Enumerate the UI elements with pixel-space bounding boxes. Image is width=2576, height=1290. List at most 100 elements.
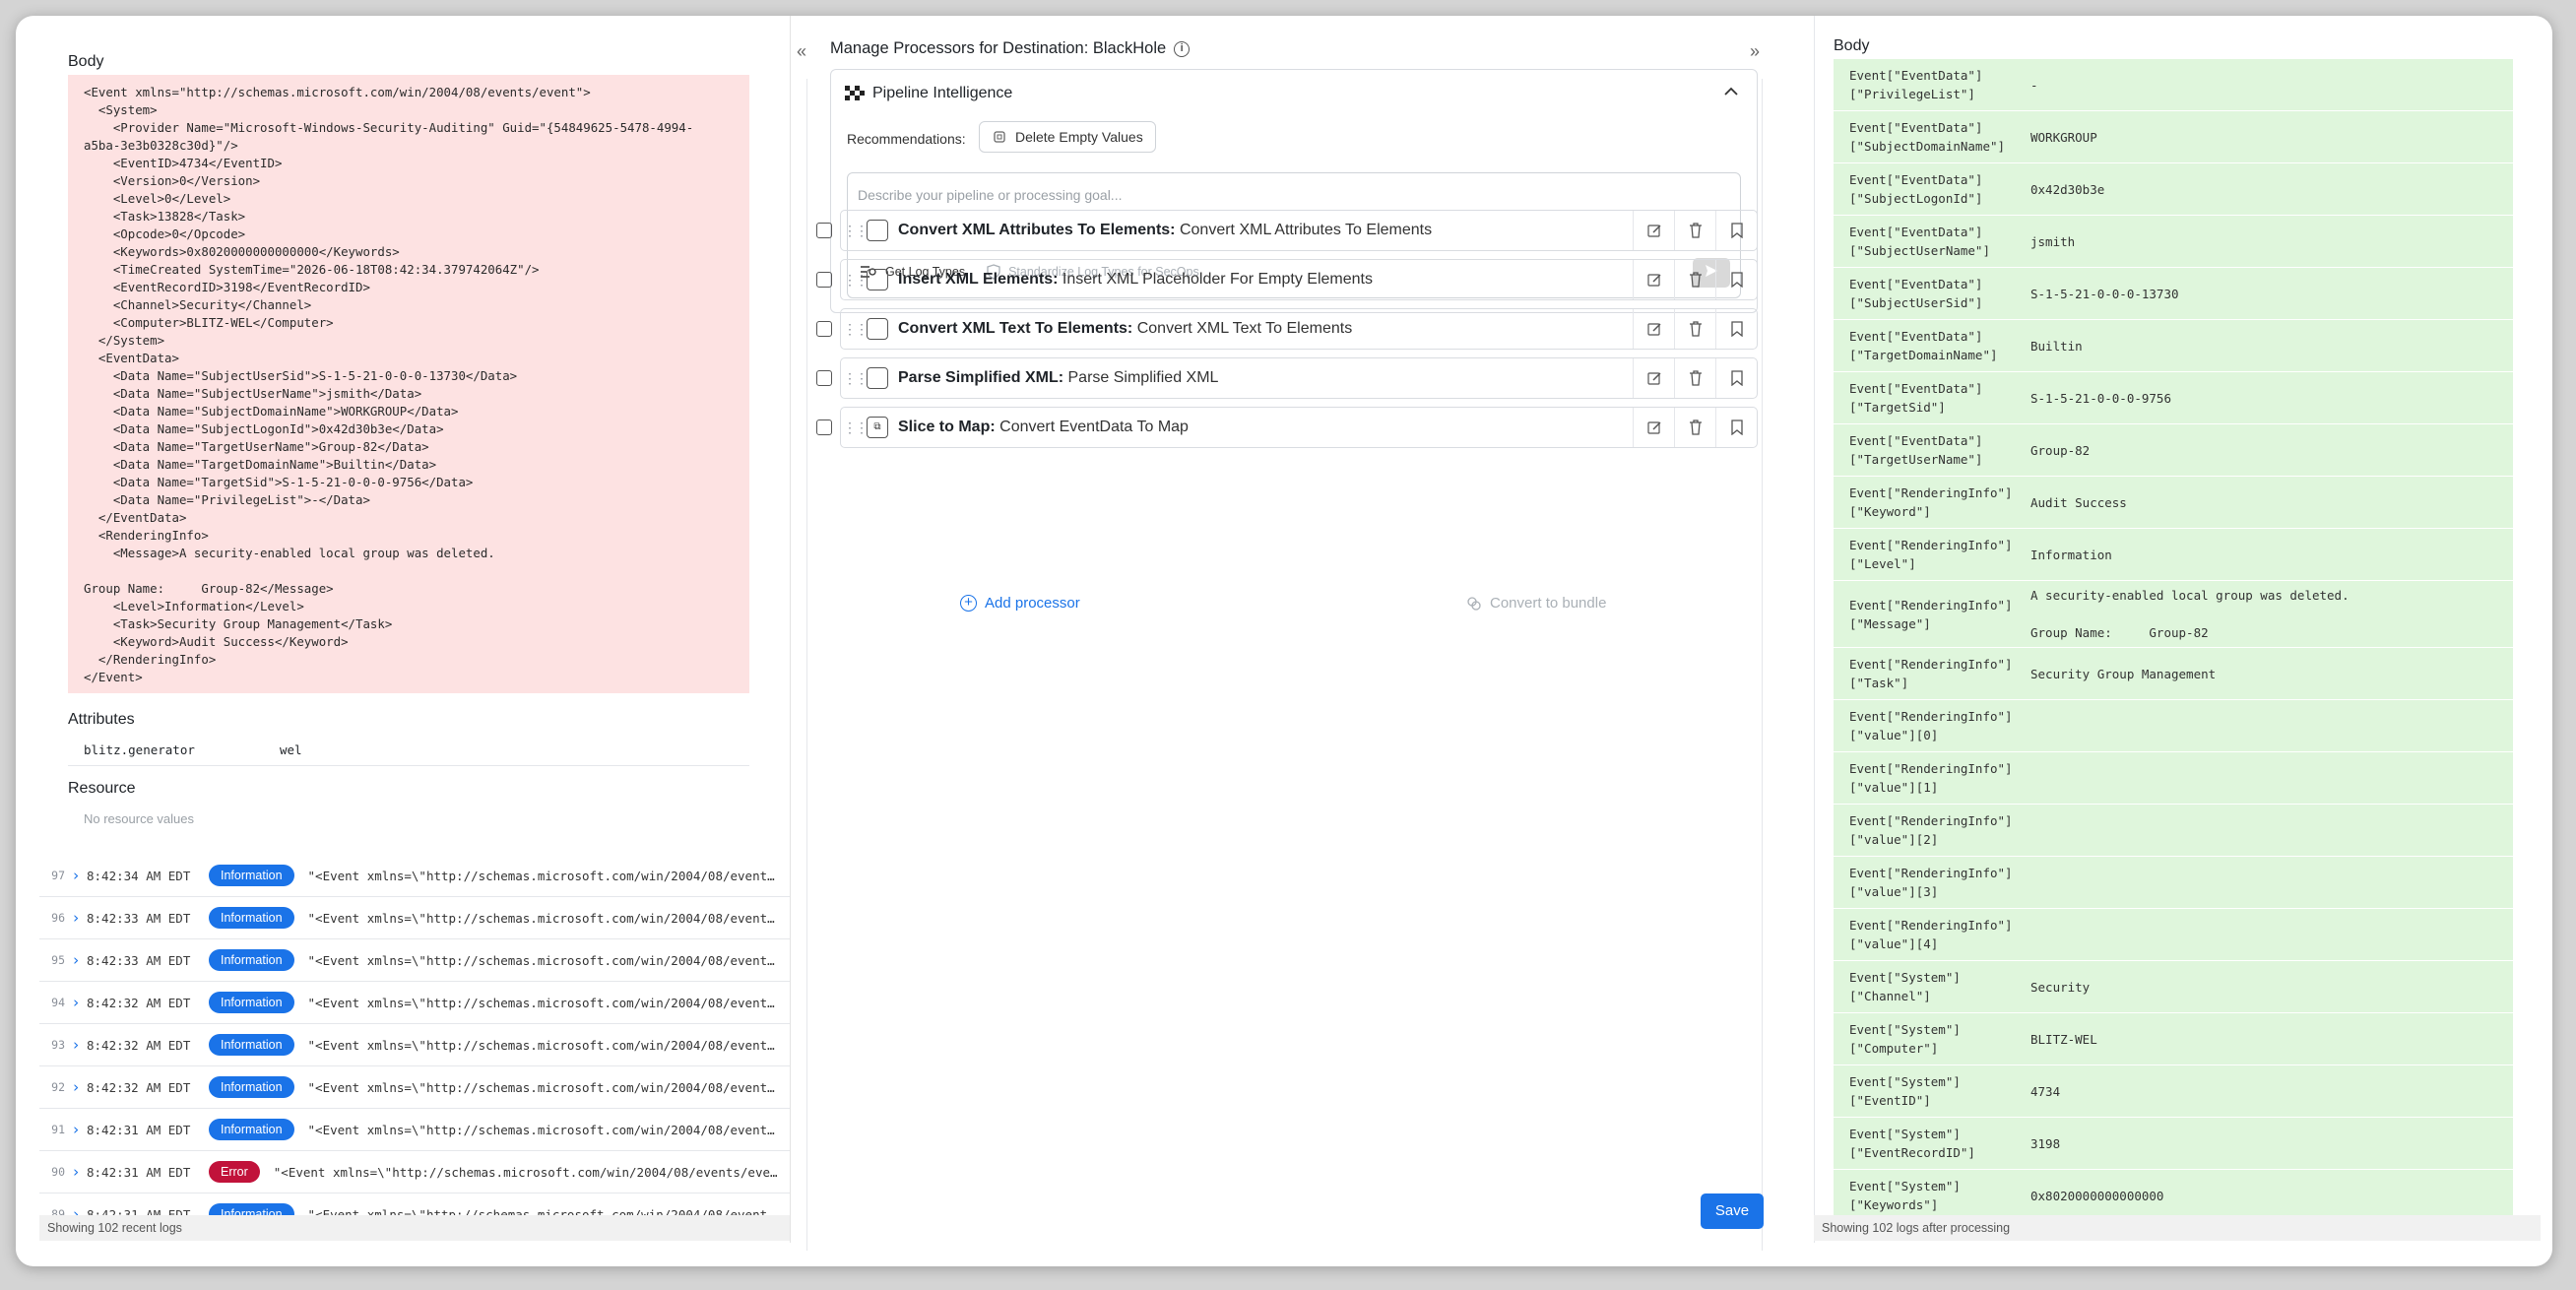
- delete-empty-values-button[interactable]: Delete Empty Values: [979, 121, 1156, 153]
- processor-card[interactable]: ⋮⋮ Insert XML Elements: Insert XML Placeh…: [840, 259, 1758, 300]
- edit-icon[interactable]: [1633, 260, 1674, 299]
- field-key: Event["System"] ["EventID"]: [1849, 1074, 1961, 1108]
- processor-label: Insert XML Elements: Insert XML Placehol…: [898, 271, 1633, 289]
- field-value: 3198: [2030, 1135, 2061, 1151]
- chevron-right-icon[interactable]: ›: [65, 909, 87, 927]
- log-row-number: 94: [51, 996, 65, 1009]
- processor-checkbox[interactable]: [816, 370, 832, 386]
- trash-icon[interactable]: [1674, 260, 1715, 299]
- trash-icon[interactable]: [1674, 358, 1715, 398]
- processor-checkbox[interactable]: [816, 419, 832, 435]
- bookmark-icon[interactable]: [1715, 358, 1757, 398]
- processor-actions: [1633, 211, 1757, 250]
- output-field-row: Event["RenderingInfo"] ["Level"] Informat…: [1834, 529, 2513, 581]
- log-row[interactable]: 95 › 8:42:33 AM EDT Information "<Event xmln…: [39, 939, 790, 982]
- log-row[interactable]: 93 › 8:42:32 AM EDT Information "<Event xmln…: [39, 1024, 790, 1066]
- field-key: Event["RenderingInfo"] ["value"][3]: [1849, 866, 2013, 899]
- bookmark-icon[interactable]: [1715, 309, 1757, 349]
- field-value: S-1-5-21-0-0-0-9756: [2030, 390, 2171, 406]
- processor-row: ⋮⋮ Convert XML Attributes To Elements: Co…: [816, 210, 1758, 251]
- collapse-right-button[interactable]: »: [1750, 41, 1760, 62]
- trash-icon[interactable]: [1674, 211, 1715, 250]
- drag-handle-icon[interactable]: ⋮⋮: [843, 419, 869, 436]
- processor-card[interactable]: ⋮⋮ ⧉ Slice to Map: Convert EventData To Ma…: [840, 407, 1758, 448]
- save-button[interactable]: Save: [1701, 1193, 1764, 1229]
- log-level-badge: Information: [209, 865, 294, 886]
- processor-row: ⋮⋮ Convert XML Text To Elements: Convert …: [816, 308, 1758, 350]
- processor-card[interactable]: ⋮⋮ Parse Simplified XML: Parse Simplified…: [840, 357, 1758, 399]
- log-level-badge: Information: [209, 1034, 294, 1056]
- chevron-right-icon[interactable]: ›: [65, 1078, 87, 1096]
- log-row[interactable]: 92 › 8:42:32 AM EDT Information "<Event xmln…: [39, 1066, 790, 1109]
- field-value: Builtin: [2030, 338, 2083, 354]
- add-processor-button[interactable]: + Add processor: [960, 595, 1080, 612]
- info-icon[interactable]: i: [1174, 40, 1191, 57]
- output-log-panel: Body Event["EventData"] ["PrivilegeList"…: [1798, 16, 2552, 1266]
- processor-card[interactable]: ⋮⋮ Convert XML Attributes To Elements: Co…: [840, 210, 1758, 251]
- edit-icon[interactable]: [1633, 309, 1674, 349]
- processor-checkbox[interactable]: [816, 223, 832, 238]
- output-field-row: Event["System"] ["Channel"] Security: [1834, 961, 2513, 1013]
- field-value: -: [2030, 77, 2038, 93]
- log-row-number: 90: [51, 1165, 65, 1179]
- drag-handle-icon[interactable]: ⋮⋮: [843, 223, 869, 239]
- drag-handle-icon[interactable]: ⋮⋮: [843, 272, 869, 289]
- output-field-row: Event["RenderingInfo"] ["value"][2]: [1834, 805, 2513, 857]
- log-detail: Body <Event xmlns="http://schemas.micros…: [16, 16, 790, 1236]
- field-key: Event["RenderingInfo"] ["value"][2]: [1849, 813, 2013, 847]
- processor-label: Convert XML Attributes To Elements: Conv…: [898, 222, 1633, 239]
- chevron-right-icon[interactable]: ›: [65, 1163, 87, 1181]
- log-timestamp: 8:42:32 AM EDT: [87, 995, 191, 1010]
- log-row[interactable]: 97 › 8:42:34 AM EDT Information "<Event xmln…: [39, 855, 790, 897]
- log-row[interactable]: 91 › 8:42:31 AM EDT Information "<Event xmln…: [39, 1109, 790, 1151]
- field-key: Event["EventData"] ["TargetSid"]: [1849, 381, 1983, 415]
- chevron-right-icon[interactable]: ›: [65, 1036, 87, 1054]
- field-key: Event["RenderingInfo"] ["Message"]: [1849, 597, 2013, 631]
- processor-checkbox[interactable]: [816, 321, 832, 337]
- body-title: Body: [68, 53, 104, 70]
- processor-card[interactable]: ⋮⋮ Convert XML Text To Elements: Convert …: [840, 308, 1758, 350]
- processor-label: Slice to Map: Convert EventData To Map: [898, 419, 1633, 436]
- trash-icon[interactable]: [1674, 408, 1715, 447]
- log-timestamp: 8:42:31 AM EDT: [87, 1122, 191, 1137]
- pipeline-intelligence-header[interactable]: Pipeline Intelligence: [845, 85, 1012, 102]
- field-key: Event["RenderingInfo"] ["Keyword"]: [1849, 485, 2013, 519]
- convert-to-bundle-button[interactable]: Convert to bundle: [1466, 595, 1606, 612]
- output-field-row: Event["RenderingInfo"] ["value"][3]: [1834, 857, 2513, 909]
- bookmark-icon[interactable]: [1715, 408, 1757, 447]
- chevron-right-icon[interactable]: ›: [65, 867, 87, 884]
- chevron-right-icon[interactable]: ›: [65, 994, 87, 1011]
- log-timestamp: 8:42:34 AM EDT: [87, 868, 191, 883]
- field-value: A security-enabled local group was delet…: [2030, 588, 2350, 640]
- field-value: 0x42d30b3e: [2030, 181, 2105, 197]
- log-row[interactable]: 96 › 8:42:33 AM EDT Information "<Event xmln…: [39, 897, 790, 939]
- log-timestamp: 8:42:33 AM EDT: [87, 910, 191, 926]
- chevron-right-icon[interactable]: ›: [65, 1121, 87, 1138]
- collapse-left-button[interactable]: «: [797, 41, 806, 62]
- drag-handle-icon[interactable]: ⋮⋮: [843, 321, 869, 338]
- field-key: Event["EventData"] ["PrivilegeList"]: [1849, 68, 1983, 101]
- drag-handle-icon[interactable]: ⋮⋮: [843, 370, 869, 387]
- chevron-right-icon[interactable]: ›: [65, 951, 87, 969]
- trash-icon[interactable]: [1674, 309, 1715, 349]
- processor-label: Convert XML Text To Elements: Convert XM…: [898, 320, 1633, 338]
- log-row[interactable]: 90 › 8:42:31 AM EDT Error "<Event xmlns=\"ht…: [39, 1151, 790, 1193]
- processor-checkbox[interactable]: [816, 272, 832, 288]
- processor-name: Insert XML Elements:: [898, 271, 1059, 288]
- processor-label: Parse Simplified XML: Parse Simplified X…: [898, 369, 1633, 387]
- bookmark-icon[interactable]: [1715, 260, 1757, 299]
- bookmark-icon[interactable]: [1715, 211, 1757, 250]
- output-field-row: Event["RenderingInfo"] ["value"][1]: [1834, 752, 2513, 805]
- divider: [790, 16, 791, 1243]
- field-key: Event["EventData"] ["TargetDomainName"]: [1849, 329, 1998, 362]
- edit-icon[interactable]: [1633, 408, 1674, 447]
- resource-empty-text: No resource values: [84, 811, 194, 826]
- log-message: "<Event xmlns=\"http://schemas.microsoft…: [307, 995, 790, 1010]
- log-row[interactable]: 94 › 8:42:32 AM EDT Information "<Event xmln…: [39, 982, 790, 1024]
- processor-name: Convert XML Text To Elements:: [898, 320, 1133, 337]
- edit-icon[interactable]: [1633, 358, 1674, 398]
- field-key: Event["EventData"] ["TargetUserName"]: [1849, 433, 1983, 467]
- edit-icon[interactable]: [1633, 211, 1674, 250]
- chevron-up-icon[interactable]: [1723, 84, 1739, 101]
- input-log-panel: Body <Event xmlns="http://schemas.micros…: [16, 16, 790, 1266]
